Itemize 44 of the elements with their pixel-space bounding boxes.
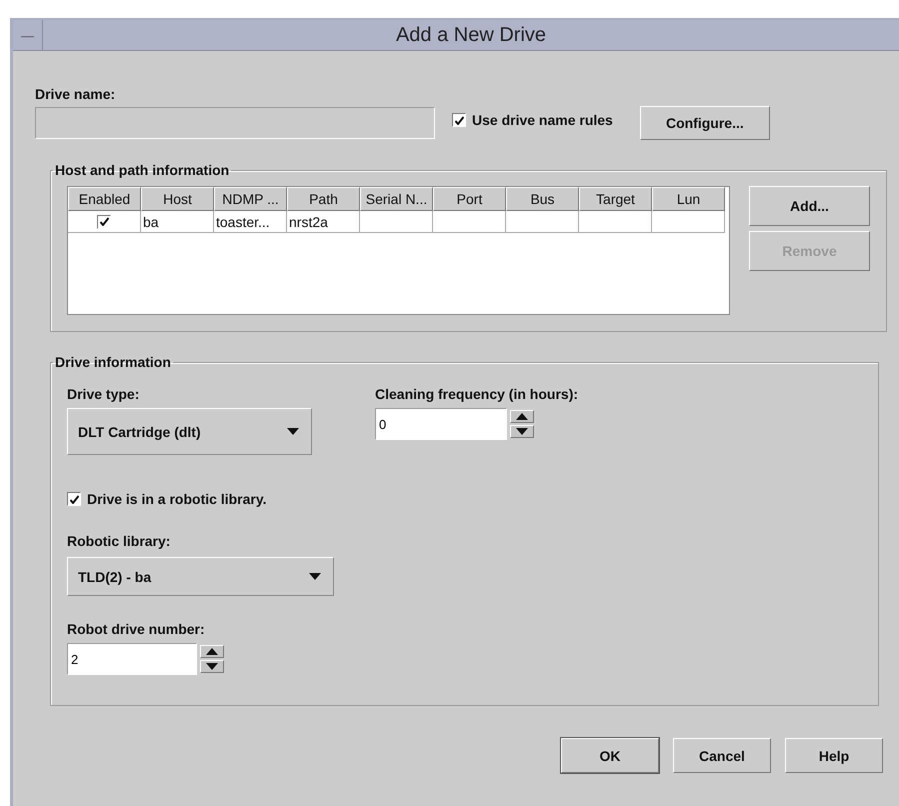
dropdown-arrow-icon	[309, 573, 321, 580]
increment-button[interactable]	[200, 645, 224, 658]
column-header[interactable]: Lun	[652, 187, 725, 211]
up-arrow-icon	[516, 413, 528, 420]
up-arrow-icon	[206, 648, 218, 655]
number-field[interactable]: 2	[67, 643, 197, 675]
table-cell: ba	[141, 211, 214, 233]
group-title: Drive information	[54, 354, 172, 370]
dialog-button[interactable]: OK	[561, 738, 659, 773]
drive-type-dropdown[interactable]: DLT Cartridge (dlt)	[67, 408, 312, 455]
checkbox-label: Use drive name rules	[472, 112, 613, 128]
robotic-library-dropdown[interactable]: TLD(2) - ba	[67, 557, 334, 596]
window-title: Add a New Drive	[394, 23, 548, 48]
column-header[interactable]: Target	[579, 187, 652, 211]
add-button[interactable]: Add...	[749, 186, 870, 226]
checkmark-icon	[454, 116, 464, 124]
field-label: Cleaning frequency (in hours):	[375, 386, 578, 402]
dropdown-arrow-icon	[287, 428, 299, 435]
column-header[interactable]: Port	[433, 187, 506, 211]
number-field[interactable]: 0	[375, 408, 507, 440]
table-cell: nrst2a	[287, 211, 360, 233]
down-arrow-icon	[206, 663, 218, 670]
field-label: Drive name:	[35, 86, 116, 102]
dialog-button[interactable]: Help	[785, 738, 883, 773]
column-header[interactable]: NDMP ...	[214, 187, 287, 211]
field-label: Robot drive number:	[67, 621, 206, 637]
down-arrow-icon	[516, 428, 528, 435]
column-header[interactable]: Serial N...	[360, 187, 433, 211]
dialog-button[interactable]: Cancel	[673, 738, 771, 773]
decrement-button[interactable]	[200, 660, 224, 673]
decrement-button[interactable]	[510, 425, 534, 438]
checkbox-label: Drive is in a robotic library.	[87, 491, 266, 507]
column-header[interactable]: Enabled	[68, 187, 141, 211]
field-label: Robotic library:	[67, 533, 172, 549]
field-label: Drive type:	[67, 386, 140, 402]
group-title: Host and path information	[54, 162, 230, 178]
checkmark-icon	[100, 217, 108, 226]
column-header[interactable]: Bus	[506, 187, 579, 211]
table-cell: toaster...	[214, 211, 287, 233]
checkbox[interactable]	[67, 492, 81, 506]
increment-button[interactable]	[510, 410, 534, 423]
column-header[interactable]: Host	[141, 187, 214, 211]
column-header[interactable]: Path	[287, 187, 360, 211]
checkmark-icon	[70, 494, 78, 504]
